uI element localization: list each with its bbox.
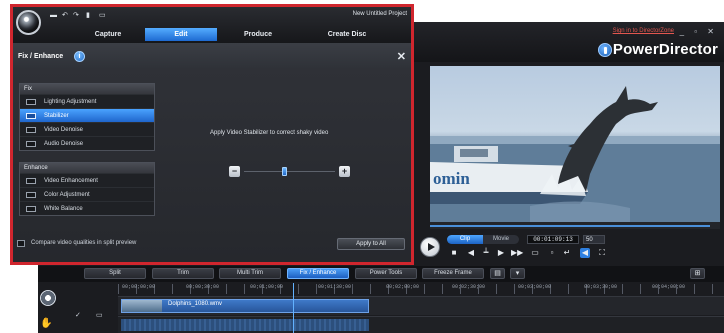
tab-multi-trim[interactable]: Multi Trim	[219, 268, 281, 279]
quality-icon[interactable]: ▫	[547, 248, 557, 258]
enhance-item-white-balance[interactable]: White Balance	[20, 201, 154, 215]
ruler-label: 00;04;00;00	[652, 284, 686, 290]
decrease-button[interactable]: −	[229, 166, 240, 177]
increase-button[interactable]: +	[339, 166, 350, 177]
list-item-label: Video Enhancement	[44, 178, 98, 184]
ruler-label: 00;02;30;00	[452, 284, 486, 290]
compare-checkbox[interactable]	[17, 240, 25, 247]
enhance-header: Enhance	[20, 163, 154, 173]
dolphin-preview-image: omin	[430, 86, 720, 222]
video-enhancement-checkbox[interactable]	[26, 178, 36, 184]
stabilizer-slider[interactable]	[244, 171, 335, 172]
enhance-list: Enhance Video Enhancement Color Adjustme…	[19, 162, 155, 216]
list-item-label: Audio Denoise	[44, 141, 84, 147]
ruler-label: 00;03;30;00	[584, 284, 618, 290]
stop-icon[interactable]: ■	[449, 248, 459, 258]
fix-list: Fix Lighting Adjustment Stabilizer Video…	[19, 83, 155, 151]
fullscreen-icon[interactable]: ⛶	[597, 248, 607, 258]
ruler-label: 00;02;00;00	[386, 284, 420, 290]
ruler-label: 00;01;00;00	[250, 284, 284, 290]
clip-label: Dolphins_1080.wmv	[168, 301, 223, 307]
fix-item-lighting-adjustment[interactable]: Lighting Adjustment	[20, 94, 154, 108]
tab-power-tools[interactable]: Power Tools	[355, 268, 417, 279]
info-icon[interactable]: i	[74, 51, 85, 62]
trash-icon[interactable]: ▤	[490, 268, 505, 279]
volume-icon[interactable]: ◀	[580, 248, 590, 258]
app-brand: PowerDirector	[612, 41, 718, 58]
more-icon[interactable]: ▾	[510, 268, 525, 279]
fix-item-stabilizer[interactable]: Stabilizer	[20, 108, 154, 122]
timecode-display[interactable]: 00:01:09:13	[527, 235, 579, 244]
tab-freeze-frame[interactable]: Freeze Frame	[422, 268, 484, 279]
redo-icon[interactable]: ↷	[73, 12, 81, 19]
fix-header: Fix	[20, 84, 154, 94]
slider-thumb[interactable]	[282, 167, 288, 176]
ruler-label: 00;01;30;00	[318, 284, 352, 290]
split-icon[interactable]: ┷	[481, 248, 491, 258]
powerdirector-logo[interactable]	[16, 10, 41, 35]
subtitle-icon[interactable]: ↵	[562, 248, 572, 258]
color-adjustment-checkbox[interactable]	[26, 192, 36, 198]
tab-fix-enhance[interactable]: Fix / Enhance	[287, 268, 349, 279]
tab-create-disc[interactable]: Create Disc	[307, 28, 387, 41]
next-frame-icon[interactable]: ▶	[496, 248, 506, 258]
fix-item-video-denoise[interactable]: Video Denoise	[20, 122, 154, 136]
stabilizer-description: Apply Video Stabilizer to correct shaky …	[210, 130, 329, 136]
video-denoise-checkbox[interactable]	[26, 127, 36, 133]
compare-label: Compare video qualities in split preview	[31, 240, 137, 246]
list-item-label: White Balance	[44, 206, 83, 212]
audio-denoise-checkbox[interactable]	[26, 141, 36, 147]
panel-title-bar	[13, 43, 411, 68]
save-icon[interactable]: ▮	[86, 12, 94, 19]
undo-icon[interactable]: ↶	[62, 12, 70, 19]
help-info-icon[interactable]	[598, 43, 612, 57]
window-controls[interactable]: _ ▫ ✕	[680, 27, 718, 36]
fps-select[interactable]: 50	[583, 235, 605, 244]
track-visibility-icon[interactable]: ✓	[75, 311, 81, 319]
clip-thumbnail	[122, 300, 162, 312]
ruler-label: 00;00;00;00	[122, 284, 156, 290]
boat-text: omin	[433, 169, 470, 188]
seek-progress	[430, 225, 710, 227]
hand-icon[interactable]: ✋	[40, 318, 52, 329]
clip-mode-toggle[interactable]: Clip	[447, 235, 483, 244]
tab-trim[interactable]: Trim	[152, 268, 214, 279]
close-icon[interactable]: ✕	[397, 50, 406, 63]
lighting-adjustment-checkbox[interactable]	[26, 99, 36, 105]
fix-item-audio-denoise[interactable]: Audio Denoise	[20, 136, 154, 150]
fast-forward-icon[interactable]: ▶▶	[511, 248, 523, 258]
previous-frame-icon[interactable]: ◀	[466, 248, 476, 258]
project-name: New Untitled Project	[352, 11, 407, 17]
list-item-label: Video Denoise	[44, 127, 83, 133]
tab-split[interactable]: Split	[84, 268, 146, 279]
white-balance-checkbox[interactable]	[26, 206, 36, 212]
timeline-options-icon[interactable]: ⊞	[690, 268, 705, 279]
apply-to-all-button[interactable]: Apply to All	[337, 238, 405, 250]
play-button[interactable]	[420, 237, 440, 257]
video-track-icon: ▭	[96, 312, 103, 319]
tab-produce[interactable]: Produce	[223, 28, 293, 41]
enhance-item-video-enhancement[interactable]: Video Enhancement	[20, 173, 154, 187]
stabilizer-checkbox[interactable]	[26, 113, 36, 119]
list-item-label: Color Adjustment	[44, 192, 90, 198]
disc-icon	[40, 290, 56, 306]
new-project-icon[interactable]: ▬	[50, 12, 58, 19]
preview-window: omin	[430, 66, 720, 222]
snapshot-icon[interactable]: ▭	[530, 248, 540, 258]
tab-edit[interactable]: Edit	[145, 28, 217, 41]
list-item-label: Lighting Adjustment	[44, 99, 97, 105]
audio-clip[interactable]	[121, 319, 369, 331]
list-item-label: Stabilizer	[44, 113, 69, 119]
panel-title: Fix / Enhance	[18, 53, 64, 60]
preview-seek-bar[interactable]	[430, 222, 720, 229]
sign-in-link[interactable]: Sign in to DirectorZone	[613, 28, 674, 34]
tab-capture[interactable]: Capture	[73, 28, 143, 41]
ruler-label: 00;00;30;00	[186, 284, 220, 290]
ruler-label: 00;03;00;00	[518, 284, 552, 290]
enhance-item-color-adjustment[interactable]: Color Adjustment	[20, 187, 154, 201]
playhead[interactable]	[293, 283, 294, 333]
folder-icon[interactable]: ▭	[99, 12, 107, 19]
movie-mode-toggle[interactable]: Movie	[483, 235, 519, 244]
